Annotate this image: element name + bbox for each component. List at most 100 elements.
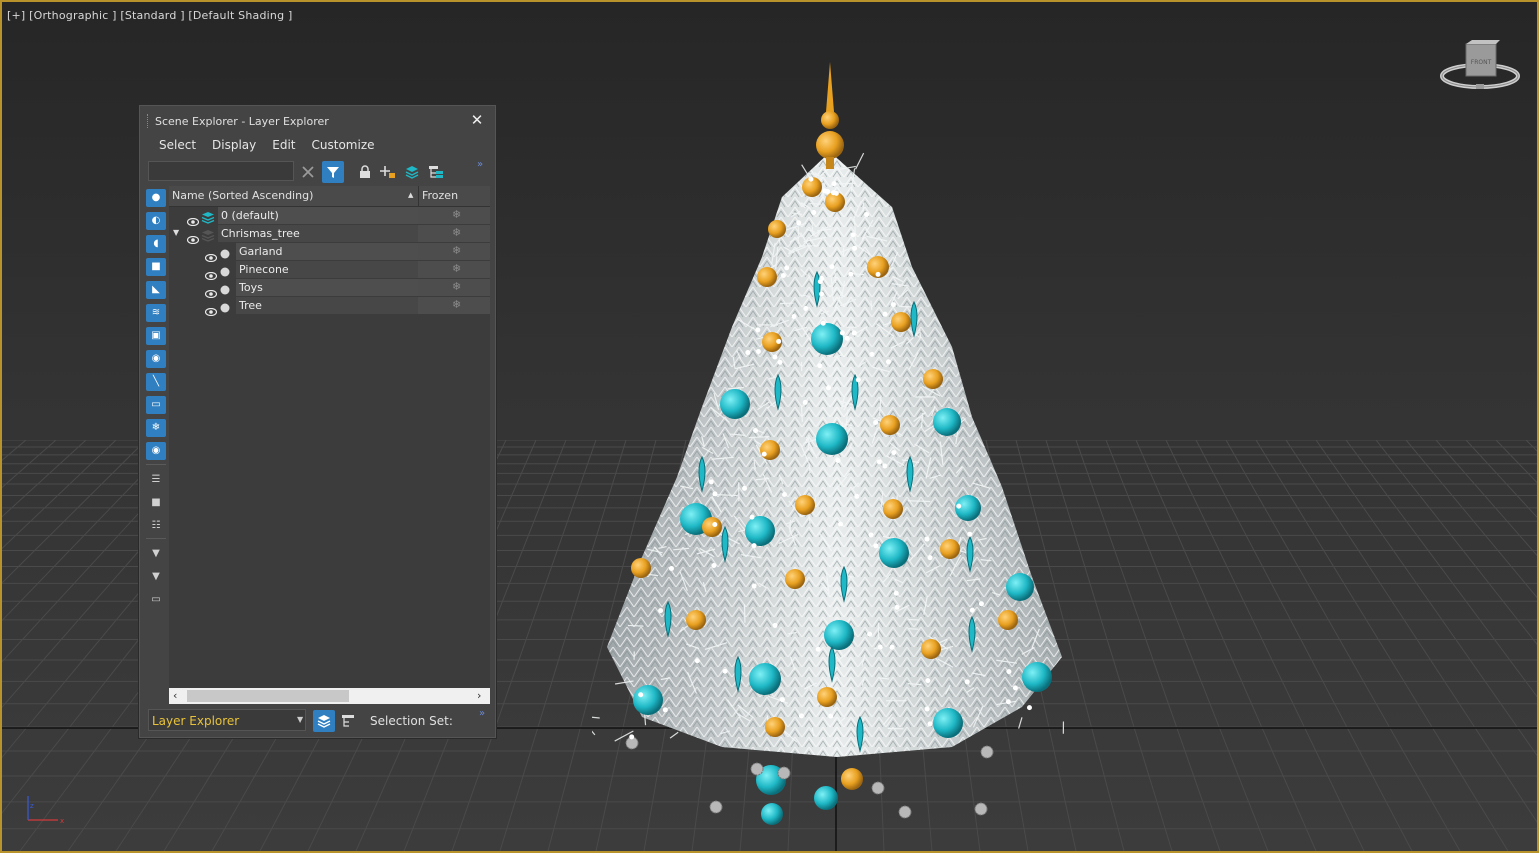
display-containers-button[interactable]: ▭ [146,396,166,414]
sidebar-separator [146,464,166,465]
layer-object-row[interactable]: Toys ❄ [169,279,490,299]
viewport-label[interactable]: [+] [Orthographic ] [Standard ] [Default… [7,9,292,22]
layer-object-row[interactable]: Tree ❄ [169,297,490,317]
pinecone [974,802,988,816]
layer-list[interactable]: Name (Sorted Ascending) ▲ Frozen 0 (defa… [169,186,490,704]
scrollbar-thumb[interactable] [187,690,349,702]
layer-name[interactable]: Garland [239,245,283,258]
display-groups-button[interactable]: ▣ [146,327,166,345]
display-none-button[interactable]: ■ [146,494,166,512]
filter-button[interactable] [322,161,344,183]
name-cell[interactable] [236,297,418,314]
explorer-titlebar[interactable]: Scene Explorer - Layer Explorer ✕ [139,105,496,135]
garland-light [772,354,778,360]
column-divider[interactable] [418,186,419,206]
snowflake-icon[interactable]: ❄ [452,280,461,293]
display-invert-button[interactable]: ☷ [146,517,166,535]
menu-customize[interactable]: Customize [306,135,381,157]
display-hidden-button[interactable]: ◉ [146,442,166,460]
visibility-eye-icon[interactable] [204,301,218,320]
horizontal-scrollbar[interactable]: ‹ › [169,688,490,704]
viewcube-face-label: FRONT [1471,59,1492,66]
scroll-left-icon[interactable]: ‹ [173,689,177,702]
hierarchy-mode-button[interactable] [337,710,359,732]
display-geometry-button[interactable]: ● [146,189,166,207]
layer-row[interactable]: ▼ Chrismas_tree ❄ [169,225,490,245]
snowflake-icon[interactable]: ❄ [452,226,461,239]
menu-select[interactable]: Select [153,135,202,157]
garland-light [802,399,808,405]
garland-light [869,351,875,357]
garland-light [894,604,900,610]
garland-light [868,532,874,538]
garland-light [808,176,814,182]
clear-search-button[interactable] [297,161,319,183]
garland-light [854,493,860,499]
expand-toggle-icon[interactable]: ▼ [173,228,179,237]
add-to-layer-button[interactable] [401,161,423,183]
layer-name[interactable]: Chrismas_tree [221,227,300,240]
toolbar-overflow-icon[interactable]: » [477,159,483,170]
garland-light [776,338,782,344]
hierarchy-button[interactable] [425,161,447,183]
layer-row[interactable]: 0 (default) ❄ [169,207,490,227]
filter-toggle-button[interactable]: ▼ [146,568,166,586]
viewcube[interactable]: FRONT [1438,40,1522,94]
garland-light [742,485,748,491]
menu-display[interactable]: Display [206,135,262,157]
display-spacewarps-button[interactable]: ≋ [146,304,166,322]
layer-object-row[interactable]: Pinecone ❄ [169,261,490,281]
display-bones-button[interactable]: ╲ [146,373,166,391]
display-xrefs-button[interactable]: ◉ [146,350,166,368]
display-helpers-button[interactable]: ◣ [146,281,166,299]
snowflake-icon[interactable]: ❄ [452,244,461,257]
column-frozen-header[interactable]: Frozen [422,189,458,202]
garland-light [969,607,975,613]
add-layer-icon [380,166,395,178]
pinecone [980,745,994,759]
column-name-header[interactable]: Name (Sorted Ascending) [172,189,313,202]
name-cell[interactable] [236,279,418,296]
teal-ornament [933,408,961,436]
snowflake-icon[interactable]: ❄ [452,298,461,311]
teal-ornament [816,423,848,455]
lock-icon [360,165,370,178]
garland-light [819,276,825,282]
lock-button[interactable] [354,161,376,183]
layer-name[interactable]: Toys [239,281,263,294]
snowflake-icon[interactable]: ❄ [452,208,461,221]
layer-mode-button[interactable] [313,710,335,732]
display-shapes-button[interactable]: ◐ [146,212,166,230]
scene-explorer-panel[interactable]: Scene Explorer - Layer Explorer ✕ Select… [138,104,497,739]
search-input[interactable] [148,161,294,181]
xref-icon: ◉ [151,353,161,364]
display-frozen-button[interactable]: ❄ [146,419,166,437]
filter-settings-button[interactable]: ▼ [146,545,166,563]
layer-name[interactable]: Pinecone [239,263,289,276]
selection-scope-button[interactable]: ▭ [146,591,166,609]
close-button[interactable]: ✕ [469,112,485,128]
gold-ornament [795,495,815,515]
layer-name[interactable]: Tree [239,299,262,312]
garland-light [927,721,933,727]
garland-light [855,377,861,383]
drag-grip-icon[interactable] [147,114,150,128]
layer-name[interactable]: 0 (default) [221,209,279,222]
snowflake-icon[interactable]: ❄ [452,262,461,275]
display-lights-button[interactable]: ◖ [146,235,166,253]
display-all-button[interactable]: ☰ [146,471,166,489]
hierarchy-icon [342,715,354,727]
menu-edit[interactable]: Edit [266,135,301,157]
teal-ornament [633,685,663,715]
garland-light [877,644,883,650]
christmas-tree-model[interactable] [592,57,1082,837]
pinecone [871,781,885,795]
create-layer-button[interactable] [377,161,399,183]
garland-light [890,302,896,308]
explorer-type-dropdown[interactable]: Layer Explorer ▼ [148,709,306,731]
scroll-right-icon[interactable]: › [477,689,481,702]
display-cameras-button[interactable]: ■ [146,258,166,276]
layer-object-row[interactable]: Garland ❄ [169,243,490,263]
group-icon: ▣ [151,330,161,341]
bottom-overflow-icon[interactable]: » [479,708,485,719]
